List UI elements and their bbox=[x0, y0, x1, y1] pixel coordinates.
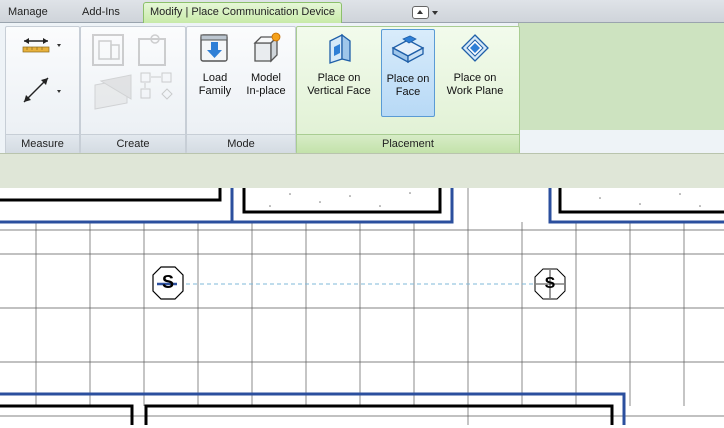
device-placement-preview[interactable]: S bbox=[532, 266, 568, 302]
load-family-icon bbox=[200, 34, 228, 62]
aligned-dimension-icon bbox=[22, 38, 61, 53]
panel-create: Create bbox=[80, 26, 186, 154]
preview-symbol-label: S bbox=[544, 275, 556, 292]
ribbon-empty-area bbox=[518, 23, 724, 130]
work-plane-icon bbox=[461, 34, 489, 62]
measure-between-references-button[interactable] bbox=[12, 33, 72, 63]
options-bar bbox=[0, 153, 724, 189]
switch-windows-icon[interactable] bbox=[412, 5, 442, 19]
place-on-face-label: Place on Face bbox=[386, 73, 430, 98]
panel-title-create: Create bbox=[81, 134, 185, 153]
place-on-face-icon bbox=[391, 35, 425, 64]
place-on-work-plane-label: Place on Work Plane bbox=[446, 72, 504, 97]
measure-diagonal-icon bbox=[23, 77, 61, 103]
measure-along-element-button[interactable] bbox=[12, 72, 72, 106]
floor-plan bbox=[0, 182, 724, 425]
panel-mode: Load Family Model In-place Mode bbox=[186, 26, 296, 154]
place-on-vertical-face-button[interactable]: Place on Vertical Face bbox=[301, 31, 377, 115]
window-icon bbox=[412, 6, 429, 19]
place-on-face-button[interactable]: Place on Face bbox=[381, 29, 435, 117]
tab-add-ins[interactable]: Add-Ins bbox=[76, 3, 126, 22]
panel-title-mode: Mode bbox=[187, 134, 295, 153]
model-in-place-icon bbox=[253, 32, 281, 63]
create-tools-icons bbox=[92, 34, 173, 110]
dropdown-arrow-icon bbox=[432, 11, 438, 15]
panel-placement: Place on Vertical Face Place on Face Pla… bbox=[296, 26, 520, 154]
tab-modify-place-communication-device[interactable]: Modify | Place Communication Device bbox=[143, 2, 343, 23]
tab-manage[interactable]: Manage bbox=[2, 3, 54, 22]
model-in-place-button[interactable]: Model In-place bbox=[241, 31, 291, 115]
create-tools-disabled bbox=[87, 31, 179, 111]
load-family-button[interactable]: Load Family bbox=[190, 31, 240, 115]
panel-measure: Measure bbox=[5, 26, 80, 154]
placed-communication-device[interactable]: S bbox=[151, 265, 185, 301]
ribbon: Measure Create Load Family Model In-plac… bbox=[0, 23, 724, 154]
panel-title-measure: Measure bbox=[6, 134, 79, 153]
place-on-work-plane-button[interactable]: Place on Work Plane bbox=[437, 31, 513, 115]
device-symbol-label: S bbox=[161, 272, 174, 292]
model-in-place-label: Model In-place bbox=[246, 72, 286, 97]
vertical-face-icon bbox=[329, 33, 351, 64]
place-on-vertical-face-label: Place on Vertical Face bbox=[307, 72, 371, 97]
panel-title-placement: Placement bbox=[297, 134, 519, 153]
load-family-label: Load Family bbox=[198, 72, 232, 97]
drawing-canvas[interactable]: S S bbox=[0, 182, 724, 425]
ribbon-tab-bar: Manage Add-Ins Modify | Place Communicat… bbox=[0, 0, 724, 23]
